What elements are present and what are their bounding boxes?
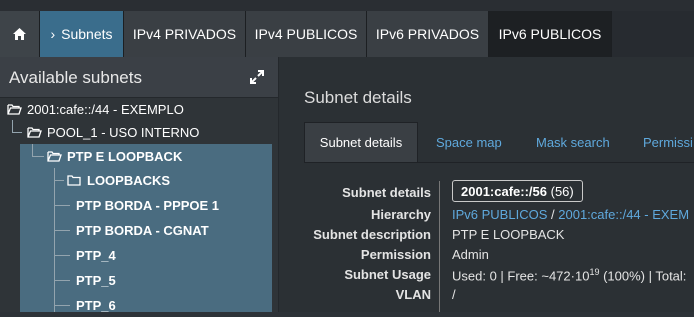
panel-title: Available subnets (9, 68, 142, 87)
tab-label: Mask search (536, 134, 610, 150)
vlan-value: / (452, 287, 456, 302)
tree-connector (12, 132, 22, 133)
tree-item-label: POOL_1 - USO INTERNO (47, 124, 200, 140)
nav-ipv6-privados[interactable]: IPv6 PRIVADOS (367, 11, 489, 57)
tree-connector (32, 144, 33, 156)
subnet-details-panel: Subnet details Subnet details Space map … (279, 57, 694, 312)
tree-item-ptp-4[interactable]: PTP_4 (76, 243, 116, 267)
usage-prefix: Used: 0 | Free: ~472·10 (452, 268, 590, 284)
tree-item-label: PTP_5 (76, 272, 116, 288)
chevron-right-icon: › (50, 26, 56, 42)
tab-label: Permissi (643, 134, 693, 150)
tree-connector (54, 255, 70, 256)
tree-connector (54, 280, 70, 281)
tree-item-pool[interactable]: POOL_1 - USO INTERNO (27, 120, 199, 144)
tree-connector (12, 120, 13, 132)
detail-row-usage: Subnet Usage Used: 0 | Free: ~472·1019 (… (279, 265, 694, 285)
permission-value: Admin (452, 247, 489, 262)
tree-item-label: PTP_4 (76, 247, 116, 263)
nav-ipv6-privados-label: IPv6 PRIVADOS (375, 26, 480, 42)
hierarchy-value: IPv6 PUBLICOS / 2001:cafe::/44 - EXEM (452, 207, 689, 222)
tree-item-label: 2001:cafe::/44 - EXEMPLO (27, 101, 184, 117)
tree-connector (54, 168, 55, 312)
home-button[interactable] (0, 11, 40, 57)
details-tabs: Subnet details Space map Mask search Per… (304, 122, 694, 163)
nav-ipv4-publicos[interactable]: IPv4 PUBLICOS (246, 11, 367, 57)
tree-item-ptp-borda-cgnat[interactable]: PTP BORDA - CGNAT (76, 218, 209, 242)
usage-suffix: (100%) | Total: (599, 268, 687, 284)
section-navbar: › Subnets IPv4 PRIVADOS IPv4 PUBLICOS IP… (0, 11, 612, 57)
home-icon (13, 28, 26, 40)
nav-ipv4-publicos-label: IPv4 PUBLICOS (254, 26, 358, 42)
detail-label: Permission (360, 247, 431, 262)
nav-subnets[interactable]: › Subnets (40, 11, 124, 57)
tree-connector (54, 205, 70, 206)
usage-exponent: 19 (589, 267, 600, 277)
tree-item-ptp-loopback[interactable]: PTP E LOOPBACK (47, 144, 182, 168)
nav-ipv6-publicos-label: IPv6 PUBLICOS (498, 26, 602, 42)
tree-connector (32, 156, 44, 157)
available-subnets-panel: Available subnets 2001:cafe::/44 - EXEMP… (0, 57, 279, 313)
tree-item-ptp-borda-pppoe[interactable]: PTP BORDA - PPPOE 1 (76, 193, 219, 217)
nav-subnets-label: Subnets (61, 26, 113, 42)
subnet-badge: 2001:cafe::/56 (56) (452, 180, 583, 202)
tree-item-ptp-6[interactable]: PTP_6 (76, 293, 116, 317)
tab-space-map[interactable]: Space map (436, 122, 502, 162)
tab-label: Space map (436, 134, 502, 150)
page-title: Subnet details (304, 88, 412, 107)
detail-row-description: Subnet description PTP E LOOPBACK (279, 225, 694, 245)
hierarchy-link[interactable]: 2001:cafe::/44 - EXEM (558, 207, 689, 222)
nav-ipv6-publicos[interactable]: IPv6 PUBLICOS (489, 11, 612, 57)
hierarchy-separator: / (551, 207, 555, 222)
top-strip (0, 0, 694, 11)
tree-connector (54, 180, 64, 181)
tab-permissions[interactable]: Permissi (643, 122, 693, 162)
detail-label: VLAN (395, 287, 431, 302)
tree-item-loopbacks[interactable]: LOOPBACKS (67, 168, 170, 192)
tree-item-label: PTP BORDA - PPPOE 1 (76, 197, 220, 213)
usage-value: Used: 0 | Free: ~472·1019 (100%) | Total… (452, 267, 686, 283)
subnet-count: (56) (550, 183, 574, 199)
tree-item-ptp-5[interactable]: PTP_5 (76, 268, 116, 292)
detail-label: Subnet description (313, 227, 431, 242)
detail-row-subnet: Subnet details 2001:cafe::/56 (56) (279, 180, 694, 203)
tree-connector (54, 305, 70, 306)
detail-row-vlan: VLAN / (279, 285, 694, 305)
tree-item-label: PTP BORDA - CGNAT (76, 222, 209, 238)
folder-open-icon (47, 151, 62, 162)
detail-label: Hierarchy (371, 207, 431, 222)
detail-row-hierarchy: Hierarchy IPv6 PUBLICOS / 2001:cafe::/44… (279, 205, 694, 225)
detail-label: Subnet Usage (344, 267, 431, 282)
tree-item-label: PTP_6 (76, 297, 116, 313)
tree-connector (54, 230, 70, 231)
detail-row-permission: Permission Admin (279, 245, 694, 265)
hierarchy-link[interactable]: IPv6 PUBLICOS (452, 207, 547, 222)
top-navigation: › Subnets IPv4 PRIVADOS IPv4 PUBLICOS IP… (0, 0, 694, 57)
tab-mask-search[interactable]: Mask search (536, 122, 610, 162)
tab-subnet-details[interactable]: Subnet details (304, 122, 418, 162)
description-value: PTP E LOOPBACK (452, 227, 565, 242)
panel-header: Available subnets (0, 57, 278, 98)
detail-label: Subnet details (342, 185, 431, 200)
tree-item-root[interactable]: 2001:cafe::/44 - EXEMPLO (7, 97, 184, 121)
nav-ipv4-privados[interactable]: IPv4 PRIVADOS (124, 11, 246, 57)
expand-icon[interactable] (250, 70, 264, 84)
tree-item-label: PTP E LOOPBACK (67, 148, 183, 164)
subnet-value: 2001:cafe::/56 (461, 183, 547, 199)
folder-open-icon (7, 104, 22, 115)
tab-label: Subnet details (319, 135, 403, 150)
folder-icon (67, 175, 81, 186)
folder-open-icon (27, 127, 42, 138)
tree-item-label: LOOPBACKS (87, 172, 171, 188)
nav-ipv4-privados-label: IPv4 PRIVADOS (132, 26, 237, 42)
